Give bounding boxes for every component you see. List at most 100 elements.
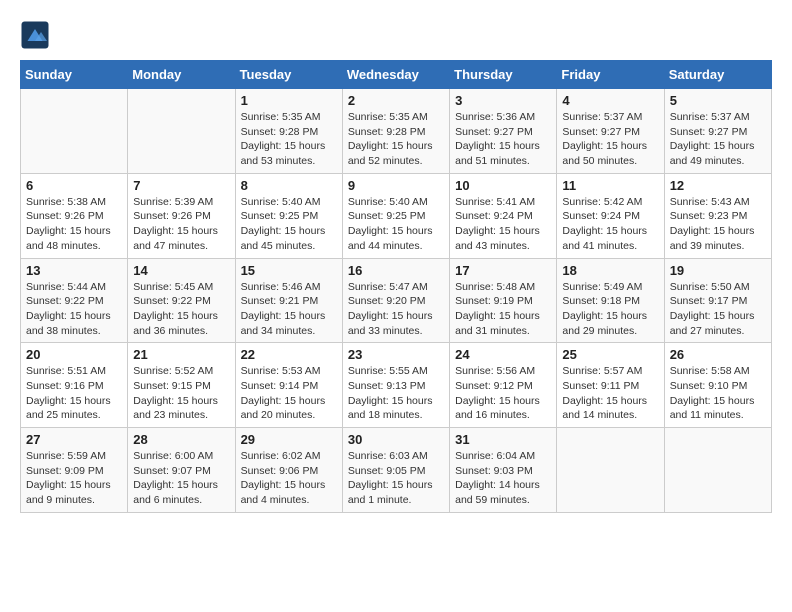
day-info: Sunrise: 5:57 AM Sunset: 9:11 PM Dayligh… bbox=[562, 364, 658, 423]
calendar-table: SundayMondayTuesdayWednesdayThursdayFrid… bbox=[20, 60, 772, 513]
day-info: Sunrise: 6:00 AM Sunset: 9:07 PM Dayligh… bbox=[133, 449, 229, 508]
calendar-cell: 28 Sunrise: 6:00 AM Sunset: 9:07 PM Dayli… bbox=[128, 428, 235, 513]
day-info: Sunrise: 5:55 AM Sunset: 9:13 PM Dayligh… bbox=[348, 364, 444, 423]
day-number: 23 bbox=[348, 347, 444, 362]
day-info: Sunrise: 5:52 AM Sunset: 9:15 PM Dayligh… bbox=[133, 364, 229, 423]
day-number: 28 bbox=[133, 432, 229, 447]
calendar-cell: 6 Sunrise: 5:38 AM Sunset: 9:26 PM Daylig… bbox=[21, 173, 128, 258]
calendar-cell: 5 Sunrise: 5:37 AM Sunset: 9:27 PM Daylig… bbox=[664, 89, 771, 174]
day-number: 27 bbox=[26, 432, 122, 447]
day-number: 29 bbox=[241, 432, 337, 447]
day-info: Sunrise: 5:49 AM Sunset: 9:18 PM Dayligh… bbox=[562, 280, 658, 339]
calendar-cell: 2Sunrise: 5:35 AM Sunset: 9:28 PM Daylig… bbox=[342, 89, 449, 174]
day-info: Sunrise: 5:51 AM Sunset: 9:16 PM Dayligh… bbox=[26, 364, 122, 423]
calendar-cell: 9 Sunrise: 5:40 AM Sunset: 9:25 PM Daylig… bbox=[342, 173, 449, 258]
day-number: 22 bbox=[241, 347, 337, 362]
calendar-cell: 17 Sunrise: 5:48 AM Sunset: 9:19 PM Dayli… bbox=[450, 258, 557, 343]
calendar-cell: 3Sunrise: 5:36 AM Sunset: 9:27 PM Daylig… bbox=[450, 89, 557, 174]
calendar-cell: 16 Sunrise: 5:47 AM Sunset: 9:20 PM Dayli… bbox=[342, 258, 449, 343]
calendar-cell: 19 Sunrise: 5:50 AM Sunset: 9:17 PM Dayli… bbox=[664, 258, 771, 343]
calendar-cell: 25 Sunrise: 5:57 AM Sunset: 9:11 PM Dayli… bbox=[557, 343, 664, 428]
calendar-cell: 20 Sunrise: 5:51 AM Sunset: 9:16 PM Dayli… bbox=[21, 343, 128, 428]
day-number: 11 bbox=[562, 178, 658, 193]
day-number: 20 bbox=[26, 347, 122, 362]
day-number: 1 bbox=[241, 93, 337, 108]
calendar-cell: 12 Sunrise: 5:43 AM Sunset: 9:23 PM Dayli… bbox=[664, 173, 771, 258]
weekday-header: Sunday bbox=[21, 61, 128, 89]
day-info: Sunrise: 5:42 AM Sunset: 9:24 PM Dayligh… bbox=[562, 195, 658, 254]
day-info: Sunrise: 5:40 AM Sunset: 9:25 PM Dayligh… bbox=[241, 195, 337, 254]
calendar-cell bbox=[557, 428, 664, 513]
calendar-cell: 11 Sunrise: 5:42 AM Sunset: 9:24 PM Dayli… bbox=[557, 173, 664, 258]
day-info: Sunrise: 5:59 AM Sunset: 9:09 PM Dayligh… bbox=[26, 449, 122, 508]
page-header bbox=[20, 20, 772, 50]
calendar-cell: 31Sunrise: 6:04 AM Sunset: 9:03 PM Dayli… bbox=[450, 428, 557, 513]
day-info: Sunrise: 5:58 AM Sunset: 9:10 PM Dayligh… bbox=[670, 364, 766, 423]
day-number: 15 bbox=[241, 263, 337, 278]
day-number: 3 bbox=[455, 93, 551, 108]
weekday-header: Saturday bbox=[664, 61, 771, 89]
day-info: Sunrise: 5:41 AM Sunset: 9:24 PM Dayligh… bbox=[455, 195, 551, 254]
day-info: Sunrise: 5:40 AM Sunset: 9:25 PM Dayligh… bbox=[348, 195, 444, 254]
calendar-week-row: 1 Sunrise: 5:35 AM Sunset: 9:28 PM Daylig… bbox=[21, 89, 772, 174]
day-info: Sunrise: 5:48 AM Sunset: 9:19 PM Dayligh… bbox=[455, 280, 551, 339]
calendar-cell: 15Sunrise: 5:46 AM Sunset: 9:21 PM Dayli… bbox=[235, 258, 342, 343]
day-number: 21 bbox=[133, 347, 229, 362]
calendar-cell bbox=[128, 89, 235, 174]
calendar-cell: 21 Sunrise: 5:52 AM Sunset: 9:15 PM Dayli… bbox=[128, 343, 235, 428]
calendar-cell: 22 Sunrise: 5:53 AM Sunset: 9:14 PM Dayli… bbox=[235, 343, 342, 428]
day-number: 25 bbox=[562, 347, 658, 362]
day-info: Sunrise: 5:47 AM Sunset: 9:20 PM Dayligh… bbox=[348, 280, 444, 339]
day-number: 12 bbox=[670, 178, 766, 193]
day-info: Sunrise: 5:37 AM Sunset: 9:27 PM Dayligh… bbox=[562, 110, 658, 169]
day-number: 26 bbox=[670, 347, 766, 362]
day-info: Sunrise: 5:38 AM Sunset: 9:26 PM Dayligh… bbox=[26, 195, 122, 254]
calendar-week-row: 27 Sunrise: 5:59 AM Sunset: 9:09 PM Dayli… bbox=[21, 428, 772, 513]
weekday-header: Friday bbox=[557, 61, 664, 89]
logo-icon bbox=[20, 20, 50, 50]
day-number: 9 bbox=[348, 178, 444, 193]
day-info: Sunrise: 5:53 AM Sunset: 9:14 PM Dayligh… bbox=[241, 364, 337, 423]
weekday-header: Tuesday bbox=[235, 61, 342, 89]
day-number: 16 bbox=[348, 263, 444, 278]
calendar-week-row: 6 Sunrise: 5:38 AM Sunset: 9:26 PM Daylig… bbox=[21, 173, 772, 258]
day-info: Sunrise: 6:03 AM Sunset: 9:05 PM Dayligh… bbox=[348, 449, 444, 508]
calendar-cell: 30Sunrise: 6:03 AM Sunset: 9:05 PM Dayli… bbox=[342, 428, 449, 513]
day-info: Sunrise: 5:37 AM Sunset: 9:27 PM Dayligh… bbox=[670, 110, 766, 169]
day-info: Sunrise: 5:35 AM Sunset: 9:28 PM Dayligh… bbox=[348, 110, 444, 169]
day-info: Sunrise: 5:43 AM Sunset: 9:23 PM Dayligh… bbox=[670, 195, 766, 254]
day-number: 5 bbox=[670, 93, 766, 108]
day-number: 17 bbox=[455, 263, 551, 278]
day-info: Sunrise: 5:44 AM Sunset: 9:22 PM Dayligh… bbox=[26, 280, 122, 339]
day-number: 31 bbox=[455, 432, 551, 447]
calendar-cell: 14 Sunrise: 5:45 AM Sunset: 9:22 PM Dayli… bbox=[128, 258, 235, 343]
day-info: Sunrise: 5:35 AM Sunset: 9:28 PM Dayligh… bbox=[241, 110, 337, 169]
calendar-cell: 7 Sunrise: 5:39 AM Sunset: 9:26 PM Daylig… bbox=[128, 173, 235, 258]
calendar-cell: 8Sunrise: 5:40 AM Sunset: 9:25 PM Daylig… bbox=[235, 173, 342, 258]
calendar-cell: 26 Sunrise: 5:58 AM Sunset: 9:10 PM Dayli… bbox=[664, 343, 771, 428]
day-number: 14 bbox=[133, 263, 229, 278]
weekday-header: Monday bbox=[128, 61, 235, 89]
calendar-cell: 18Sunrise: 5:49 AM Sunset: 9:18 PM Dayli… bbox=[557, 258, 664, 343]
weekday-header: Wednesday bbox=[342, 61, 449, 89]
day-number: 7 bbox=[133, 178, 229, 193]
day-number: 13 bbox=[26, 263, 122, 278]
calendar-week-row: 13 Sunrise: 5:44 AM Sunset: 9:22 PM Dayli… bbox=[21, 258, 772, 343]
logo bbox=[20, 20, 54, 50]
weekday-header: Thursday bbox=[450, 61, 557, 89]
day-number: 10 bbox=[455, 178, 551, 193]
weekday-row: SundayMondayTuesdayWednesdayThursdayFrid… bbox=[21, 61, 772, 89]
day-number: 6 bbox=[26, 178, 122, 193]
calendar-cell: 4Sunrise: 5:37 AM Sunset: 9:27 PM Daylig… bbox=[557, 89, 664, 174]
day-info: Sunrise: 5:56 AM Sunset: 9:12 PM Dayligh… bbox=[455, 364, 551, 423]
calendar-cell: 1 Sunrise: 5:35 AM Sunset: 9:28 PM Daylig… bbox=[235, 89, 342, 174]
calendar-cell: 27 Sunrise: 5:59 AM Sunset: 9:09 PM Dayli… bbox=[21, 428, 128, 513]
calendar-body: 1 Sunrise: 5:35 AM Sunset: 9:28 PM Daylig… bbox=[21, 89, 772, 513]
day-info: Sunrise: 5:45 AM Sunset: 9:22 PM Dayligh… bbox=[133, 280, 229, 339]
day-info: Sunrise: 5:39 AM Sunset: 9:26 PM Dayligh… bbox=[133, 195, 229, 254]
day-info: Sunrise: 6:02 AM Sunset: 9:06 PM Dayligh… bbox=[241, 449, 337, 508]
day-number: 19 bbox=[670, 263, 766, 278]
day-info: Sunrise: 5:50 AM Sunset: 9:17 PM Dayligh… bbox=[670, 280, 766, 339]
calendar-cell: 10 Sunrise: 5:41 AM Sunset: 9:24 PM Dayli… bbox=[450, 173, 557, 258]
calendar-header: SundayMondayTuesdayWednesdayThursdayFrid… bbox=[21, 61, 772, 89]
